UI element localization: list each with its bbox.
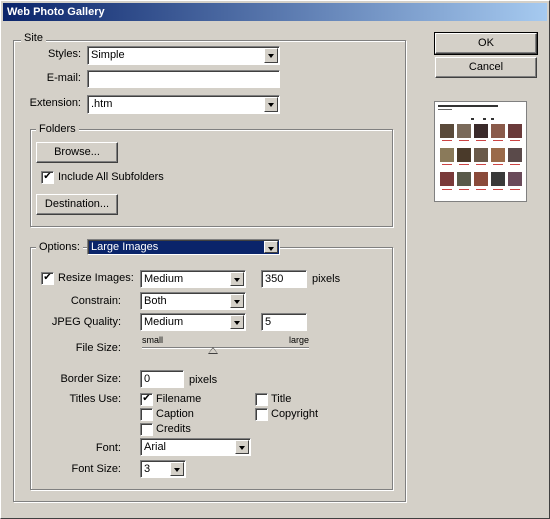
font-value: Arial [144, 441, 167, 453]
title-checkbox[interactable] [255, 393, 268, 406]
resize-pixels-unit: pixels [312, 273, 341, 285]
include-subfolders-label: Include All Subfolders [58, 171, 164, 183]
constrain-select[interactable]: Both [140, 292, 246, 310]
border-size-input[interactable]: 0 [140, 370, 184, 388]
email-label: E-mail: [46, 72, 81, 84]
copyright-label: Copyright [271, 408, 319, 420]
extension-select[interactable]: .htm [87, 95, 280, 114]
copyright-checkbox[interactable] [255, 408, 268, 421]
chevron-down-icon [230, 294, 244, 308]
resize-images-checkbox[interactable]: ✔ [41, 272, 54, 285]
jpeg-quality-select[interactable]: Medium [140, 313, 246, 331]
chevron-down-icon [230, 272, 244, 286]
dialog-window: Web Photo Gallery OK Cancel Site Styles:… [0, 0, 550, 519]
chevron-down-icon [235, 440, 249, 454]
folders-group-title: Folders [36, 123, 79, 135]
font-size-value: 3 [144, 463, 151, 475]
file-size-small-label: small [142, 335, 164, 345]
file-size-large-label: large [289, 335, 310, 345]
font-label: Font: [95, 442, 121, 454]
constrain-label: Constrain: [70, 295, 121, 307]
chevron-down-icon [230, 315, 244, 329]
titles-use-label: Titles Use: [69, 393, 121, 405]
options-value: Large Images [91, 241, 159, 253]
jpeg-quality-number-input[interactable]: 5 [261, 313, 307, 331]
file-size-slider-track[interactable] [142, 347, 309, 349]
resize-pixels-input[interactable]: 350 [261, 270, 307, 288]
checkmark-icon: ✔ [43, 272, 52, 283]
window-title: Web Photo Gallery [7, 6, 105, 18]
extension-label: Extension: [29, 97, 81, 109]
options-label: Options: [36, 241, 83, 253]
resize-size-value: Medium [144, 273, 184, 285]
caption-label: Caption [156, 408, 194, 420]
checkmark-icon: ✔ [43, 171, 52, 182]
chevron-down-icon [170, 462, 184, 476]
filename-label: Filename [156, 393, 202, 405]
site-group-title: Site [21, 32, 46, 44]
resize-size-select[interactable]: Medium [140, 270, 246, 288]
resize-images-label: Resize Images: [58, 272, 134, 284]
credits-label: Credits [156, 423, 191, 435]
title-label: Title [271, 393, 292, 405]
font-size-label: Font Size: [71, 463, 121, 475]
cancel-button[interactable]: Cancel [435, 57, 537, 78]
gallery-preview-thumbnail [434, 101, 527, 202]
jpeg-quality-value: Medium [144, 316, 184, 328]
font-select[interactable]: Arial [140, 438, 251, 456]
options-select[interactable]: Large Images [87, 239, 280, 255]
constrain-value: Both [144, 295, 167, 307]
chevron-down-icon [264, 97, 278, 112]
border-size-label: Border Size: [60, 373, 121, 385]
font-size-select[interactable]: 3 [140, 460, 186, 478]
styles-label: Styles: [47, 48, 81, 60]
include-subfolders-checkbox[interactable]: ✔ [41, 171, 54, 184]
destination-button[interactable]: Destination... [36, 194, 118, 215]
credits-checkbox[interactable] [140, 423, 153, 436]
title-bar[interactable]: Web Photo Gallery [3, 3, 547, 21]
jpeg-quality-label: JPEG Quality: [51, 316, 121, 328]
file-size-label: File Size: [75, 342, 121, 354]
styles-select[interactable]: Simple [87, 46, 280, 65]
styles-value: Simple [91, 49, 125, 61]
chevron-down-icon [264, 241, 278, 253]
email-field[interactable] [87, 70, 280, 88]
extension-value: .htm [91, 98, 113, 110]
checkmark-icon: ✔ [142, 393, 151, 404]
border-size-unit: pixels [189, 374, 218, 386]
ok-button[interactable]: OK [434, 32, 538, 55]
caption-checkbox[interactable] [140, 408, 153, 421]
file-size-slider-thumb[interactable] [208, 347, 218, 354]
filename-checkbox[interactable]: ✔ [140, 393, 153, 406]
chevron-down-icon [264, 48, 278, 63]
browse-button[interactable]: Browse... [36, 142, 118, 163]
